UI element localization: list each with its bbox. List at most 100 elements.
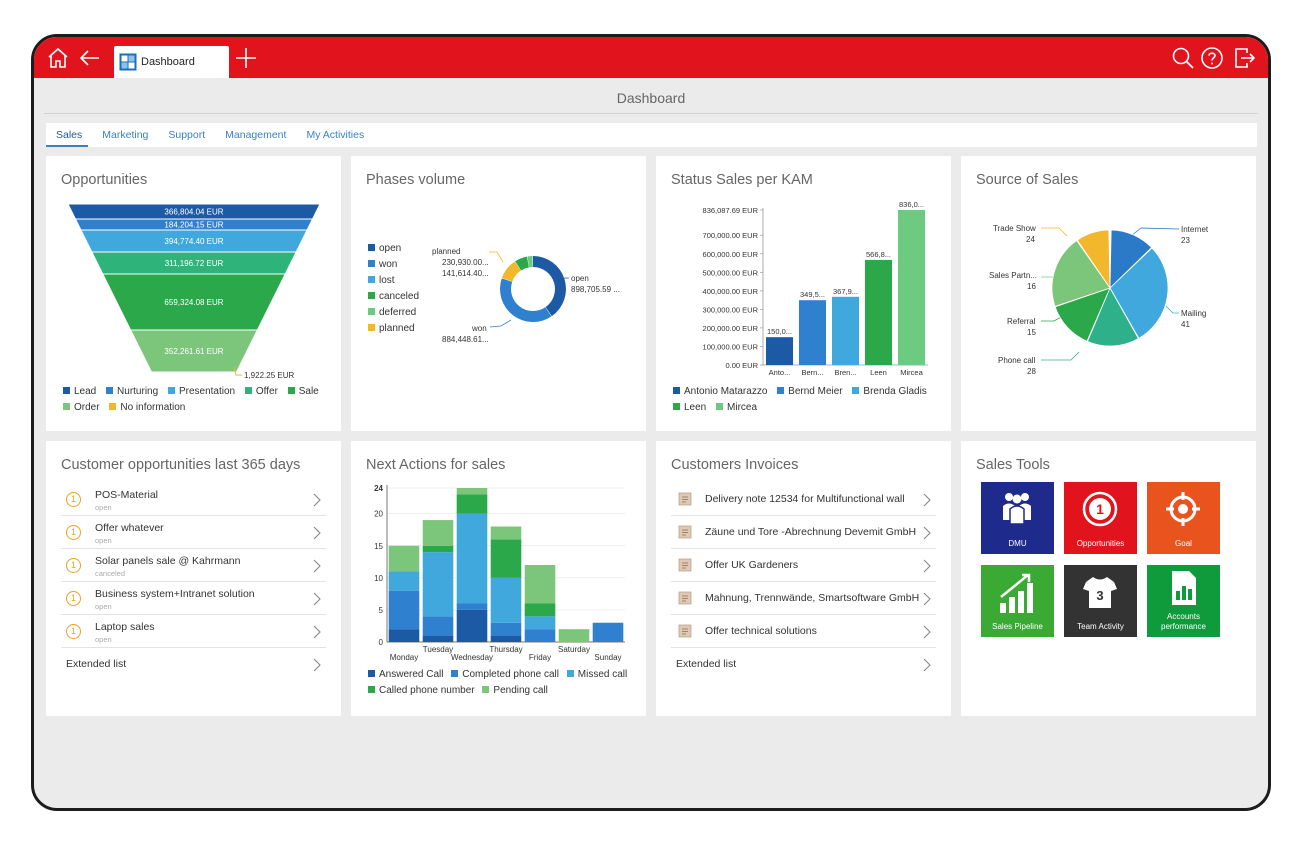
item-title: POS-Material <box>95 489 159 501</box>
count-badge: 1 <box>66 558 81 573</box>
legend-item[interactable]: Antonio Matarazzo <box>673 384 767 400</box>
stacked-bar-segment <box>524 603 556 617</box>
legend-item[interactable]: Sale <box>287 384 319 400</box>
extended-list-label: Extended list <box>676 658 737 670</box>
extended-list-label: Extended list <box>66 658 127 670</box>
app-window: Dashboard Dashboard Sales Marketing Supp… <box>31 34 1271 811</box>
tab-management[interactable]: Management <box>225 123 286 147</box>
legend-swatch <box>106 387 114 394</box>
funnel-value-label: 1,922.25 EUR <box>244 371 294 380</box>
legend-swatch <box>244 387 252 394</box>
list-item[interactable]: Mahnung, Trennwände, Smartsoftware GmbH <box>671 582 936 615</box>
legend-item[interactable]: Nurturing <box>106 384 158 400</box>
tile-accounts-performance[interactable]: Accounts performance <box>1147 565 1220 637</box>
pie-label: Internet <box>1181 225 1209 234</box>
legend-item[interactable]: Mircea <box>716 400 757 416</box>
legend-item[interactable]: Order <box>63 400 100 416</box>
search-icon[interactable] <box>1171 46 1195 70</box>
extended-list-link[interactable]: Extended list <box>61 648 326 681</box>
tile-sales-pipeline[interactable]: Sales Pipeline <box>981 565 1054 637</box>
legend-item[interactable]: Answered Call <box>368 667 443 683</box>
y-tick-label: 5 <box>379 606 384 615</box>
tile-team-activity[interactable]: 3 Team Activity <box>1064 565 1137 637</box>
legend-item[interactable]: Pending call <box>482 683 548 699</box>
bar-value-label: 566,8... <box>866 250 891 259</box>
extended-list-link[interactable]: Extended list <box>671 648 936 681</box>
chevron-right-icon <box>923 658 931 672</box>
list-item[interactable]: Offer technical solutions <box>671 615 936 648</box>
logout-icon[interactable] <box>1232 46 1256 70</box>
list-item[interactable]: Offer UK Gardeners <box>671 549 936 582</box>
tab-my-activities[interactable]: My Activities <box>306 123 364 147</box>
kam-bar-chart[interactable]: 836,087.69 EUR 700,000.00 EUR 600,000.00 E… <box>656 156 951 381</box>
legend-item[interactable]: Leen <box>673 400 706 416</box>
list-item[interactable]: 1 Business system+Intranet solution open <box>61 582 326 615</box>
x-tick-label: Saturday <box>558 645 590 654</box>
x-tick-label: Friday <box>529 653 551 662</box>
pie-label: Mailing <box>1181 309 1206 318</box>
stacked-bar-segment <box>490 526 522 540</box>
legend-item[interactable]: Called phone number <box>368 683 475 699</box>
y-tick-label: 600,000.00 EUR <box>703 250 759 259</box>
donut-slice <box>500 278 552 322</box>
opportunities-card: Opportunities 366,804.04 EUR 184,204.15 E… <box>46 156 341 431</box>
legend-swatch <box>368 686 375 693</box>
stacked-bar-segment <box>456 488 488 495</box>
legend-swatch <box>167 387 175 394</box>
item-title: Offer UK Gardeners <box>705 559 799 571</box>
list-item[interactable]: 1 Laptop sales open <box>61 615 326 648</box>
legend-item[interactable]: Completed phone call <box>451 667 559 683</box>
tab-sales[interactable]: Sales <box>45 123 89 147</box>
legend-item[interactable]: Brenda Gladis <box>852 384 927 400</box>
chevron-right-icon <box>923 526 931 540</box>
pie-value: 23 <box>1181 236 1190 245</box>
callout-planned: planned <box>432 247 460 256</box>
plus-icon[interactable] <box>234 46 258 70</box>
chevron-right-icon <box>313 493 321 507</box>
legend-item[interactable]: Offer <box>244 384 278 400</box>
y-tick-label: 20 <box>374 510 383 519</box>
phases-donut-chart[interactable]: planned 230,930.00... 141,614.40... open… <box>351 156 646 431</box>
help-icon[interactable] <box>1200 46 1224 70</box>
item-title: Zäune und Tore -Abrechnung Devemit GmbH <box>705 526 917 538</box>
count-badge: 1 <box>66 525 81 540</box>
legend-item[interactable]: Bernd Meier <box>777 384 843 400</box>
divider <box>44 113 1258 114</box>
customer-invoices-card: Customers Invoices Delivery note 12534 f… <box>656 441 951 716</box>
stacked-bar-segment <box>388 629 420 642</box>
stacked-bar-segment <box>422 616 454 636</box>
stacked-bar-segment <box>456 603 488 610</box>
list-item[interactable]: Zäune und Tore -Abrechnung Devemit GmbH <box>671 516 936 549</box>
stacked-bar-segment <box>422 635 454 642</box>
legend-item[interactable]: No information <box>109 400 185 416</box>
tile-goal[interactable]: Goal <box>1147 482 1220 554</box>
tab-support[interactable]: Support <box>168 123 205 147</box>
list-item[interactable]: 1 POS-Material open <box>61 483 326 516</box>
people-icon <box>1003 493 1031 525</box>
y-tick-label: 10 <box>374 574 383 583</box>
source-pie-chart[interactable]: Trade Show 24 Internet 23 Sales Partn...… <box>961 156 1256 431</box>
list-item[interactable]: Delivery note 12534 for Multifunctional … <box>671 483 936 516</box>
tab-dashboard[interactable]: Dashboard <box>114 46 229 78</box>
item-title: Delivery note 12534 for Multifunctional … <box>705 493 905 505</box>
source-of-sales-card: Source of Sales Trade Show 24 Internet 2… <box>961 156 1256 431</box>
back-arrow-icon[interactable] <box>78 46 102 70</box>
list-item[interactable]: 1 Offer whatever open <box>61 516 326 549</box>
phases-volume-card: Phases volume open won lost canceled def… <box>351 156 646 431</box>
tile-dmu[interactable]: DMU <box>981 482 1054 554</box>
callout-value-1: 230,930.00... <box>442 258 489 267</box>
list-item[interactable]: 1 Solar panels sale @ Kahrmann canceled <box>61 549 326 582</box>
tab-marketing[interactable]: Marketing <box>102 123 148 147</box>
funnel-chart[interactable]: 366,804.04 EUR 184,204.15 EUR 394,774.40 E… <box>46 156 341 386</box>
tile-opportunities[interactable]: 1 Opportunities <box>1064 482 1137 554</box>
funnel-legend: Lead Nurturing Presentation Offer Sale O… <box>63 384 333 416</box>
legend-item[interactable]: Missed call <box>566 667 627 683</box>
chevron-right-icon <box>923 493 931 507</box>
card-title: Customers Invoices <box>671 457 799 473</box>
card-title: Sales Tools <box>976 457 1050 473</box>
legend-item[interactable]: Presentation <box>167 384 235 400</box>
home-icon[interactable] <box>46 46 70 70</box>
shirt-icon: 3 <box>1083 577 1117 608</box>
next-actions-stacked-chart[interactable]: 24 20 15 10 5 0 Monday TuesdayWednesdayThursday… <box>351 441 646 669</box>
legend-item[interactable]: Lead <box>63 384 96 400</box>
